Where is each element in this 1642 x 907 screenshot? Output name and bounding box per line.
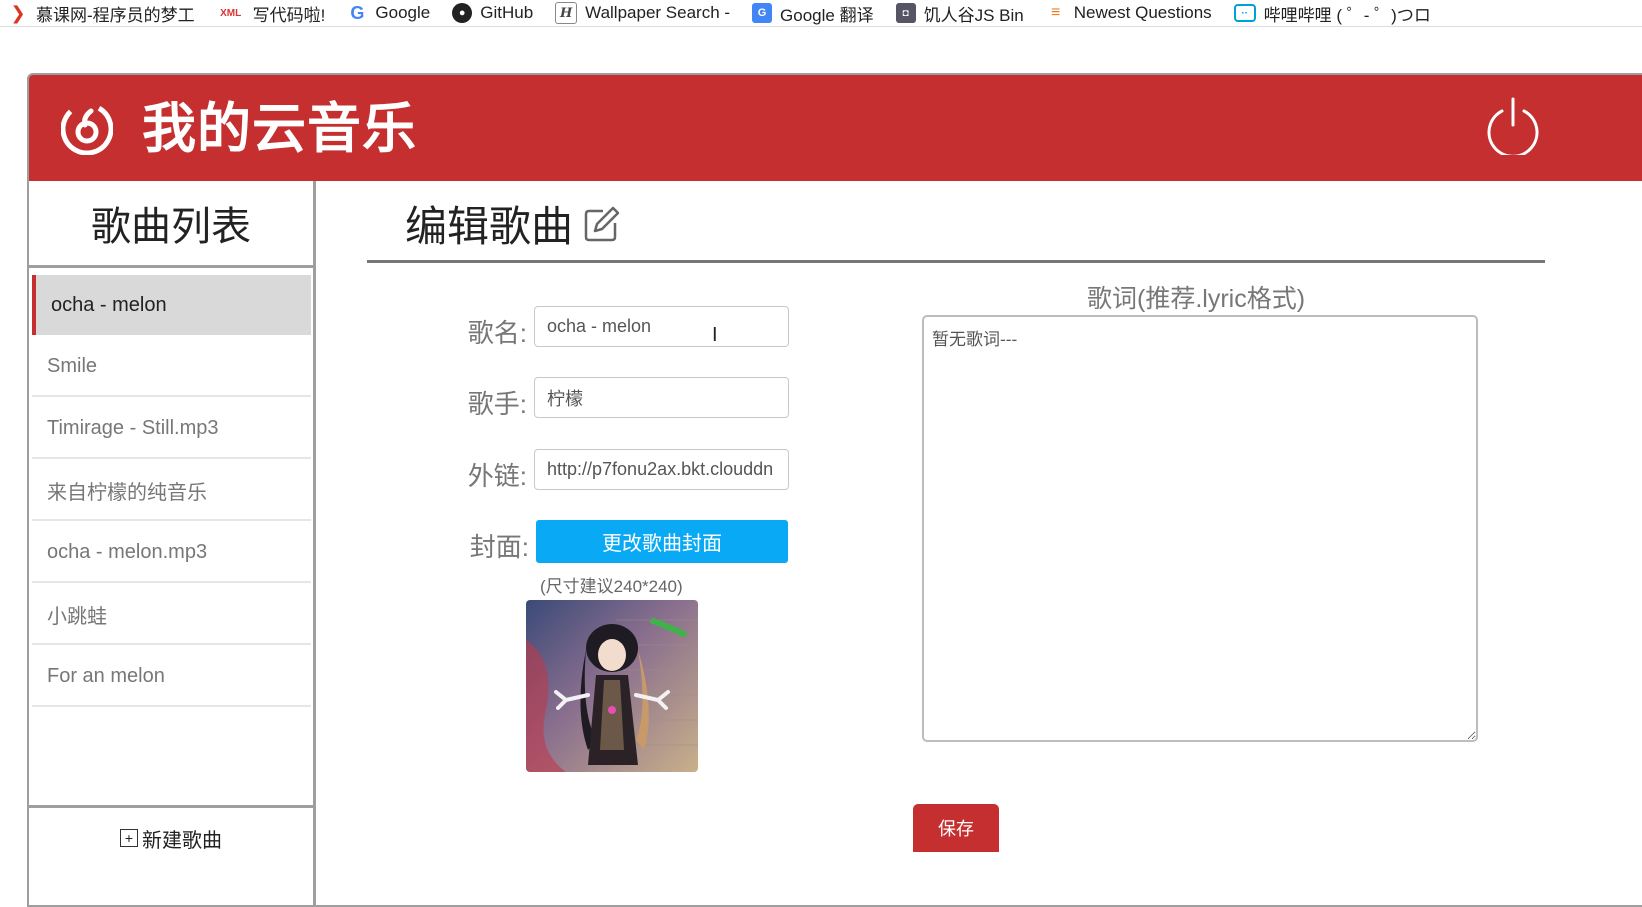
cover-size-hint: (尺寸建议240*240) <box>540 577 683 596</box>
imooc-icon: ❯ <box>10 2 26 23</box>
bookmark-imooc[interactable]: ❯ 慕课网-程序员的梦工 <box>8 0 195 26</box>
bookmark-bilibili[interactable]: ·· 哔哩哔哩 ( ゜- ゜)つロ <box>1233 0 1431 26</box>
song-list-item[interactable]: Timirage - Still.mp3 <box>32 399 311 459</box>
song-list-item[interactable]: For an melon <box>32 647 311 707</box>
song-label: ocha - melon.mp3 <box>47 540 208 563</box>
wallpaper-icon: H <box>555 2 578 24</box>
xml-icon: XML <box>220 7 242 19</box>
bookmark-google-translate[interactable]: G Google 翻译 <box>752 0 874 26</box>
bookmark-label: Google <box>375 3 431 22</box>
plus-icon: + <box>120 829 138 847</box>
sidebar-title: 歌曲列表 <box>29 181 313 268</box>
bookmark-label: GitHub <box>480 3 534 22</box>
google-translate-icon: G <box>752 3 773 23</box>
cover-label: 封面: <box>469 532 529 562</box>
bookmark-github[interactable]: ● GitHub <box>452 0 533 26</box>
bookmark-label: Google 翻译 <box>780 5 874 25</box>
song-label: ocha - melon <box>51 293 167 316</box>
bookmark-label: 哔哩哔哩 ( ゜- ゜)つロ <box>1263 5 1431 25</box>
bookmark-label: 慕课网-程序员的梦工 <box>36 5 195 25</box>
lyrics-textarea[interactable]: 暂无歌词--- <box>922 315 1478 742</box>
song-list-item[interactable]: 小跳蛙 <box>32 585 311 645</box>
google-icon: G <box>350 2 365 23</box>
app-header: 我的云音乐 <box>29 75 1642 181</box>
song-label: Smile <box>47 354 98 377</box>
lyrics-label: 歌词(推荐.lyric格式) <box>1087 285 1306 313</box>
bilibili-icon: ·· <box>1233 4 1256 22</box>
stackoverflow-icon: ≡ <box>1051 4 1061 21</box>
song-sidebar: 歌曲列表 ocha - melon Smile Timirage - Still… <box>29 181 316 905</box>
title-divider <box>367 260 1545 263</box>
bookmark-google[interactable]: G Google <box>347 0 430 26</box>
song-list: ocha - melon Smile Timirage - Still.mp3 … <box>32 275 311 709</box>
save-button[interactable]: 保存 <box>913 804 999 852</box>
bookmark-label: 饥人谷JS Bin <box>923 5 1024 25</box>
bookmark-jsbin[interactable]: ◘ 饥人谷JS Bin <box>895 0 1024 26</box>
app-window: 我的云音乐 歌曲列表 ocha - melon Smile Timirage -… <box>27 73 1642 907</box>
jsbin-icon: ◘ <box>895 3 916 23</box>
song-label: 来自柠檬的纯音乐 <box>47 481 207 504</box>
app-title: 我的云音乐 <box>142 99 417 159</box>
song-label: For an melon <box>47 664 165 687</box>
power-icon[interactable] <box>1485 97 1541 155</box>
new-song-label: 新建歌曲 <box>142 829 222 852</box>
netease-music-logo-icon <box>61 103 113 155</box>
singer-input[interactable] <box>534 377 789 418</box>
change-cover-button[interactable]: 更改歌曲封面 <box>536 520 788 563</box>
url-label: 外链: <box>467 461 527 491</box>
bookmark-label: Newest Questions <box>1073 3 1212 22</box>
cover-image <box>526 600 698 772</box>
bookmark-xml[interactable]: XML 写代码啦! <box>217 0 326 26</box>
bookmark-label: 写代码啦! <box>252 5 326 25</box>
github-icon: ● <box>452 3 473 23</box>
song-list-item[interactable]: ocha - melon <box>32 275 311 335</box>
song-label: 小跳蛙 <box>47 605 107 628</box>
editor-title: 编辑歌曲 <box>405 203 574 250</box>
song-label: Timirage - Still.mp3 <box>47 416 219 439</box>
bookmark-wallpaper[interactable]: H Wallpaper Search - <box>555 0 730 26</box>
url-input[interactable] <box>534 449 789 490</box>
page-title: 编辑歌曲 <box>405 193 621 254</box>
bookmark-label: Wallpaper Search - <box>585 3 731 22</box>
song-name-input[interactable] <box>534 306 789 347</box>
song-list-item[interactable]: 来自柠檬的纯音乐 <box>32 461 311 521</box>
text-cursor-icon: I <box>712 324 718 346</box>
bookmark-stackoverflow[interactable]: ≡ Newest Questions <box>1046 0 1212 26</box>
new-song-button[interactable]: + 新建歌曲 <box>29 805 313 868</box>
song-list-item[interactable]: ocha - melon.mp3 <box>32 523 311 583</box>
edit-icon <box>584 206 620 241</box>
song-list-item[interactable]: Smile <box>32 337 311 397</box>
singer-label: 歌手: <box>467 389 527 419</box>
bookmarks-bar: ❯ 慕课网-程序员的梦工 XML 写代码啦! G Google ● GitHub… <box>0 0 1642 27</box>
song-name-label: 歌名: <box>467 318 527 348</box>
